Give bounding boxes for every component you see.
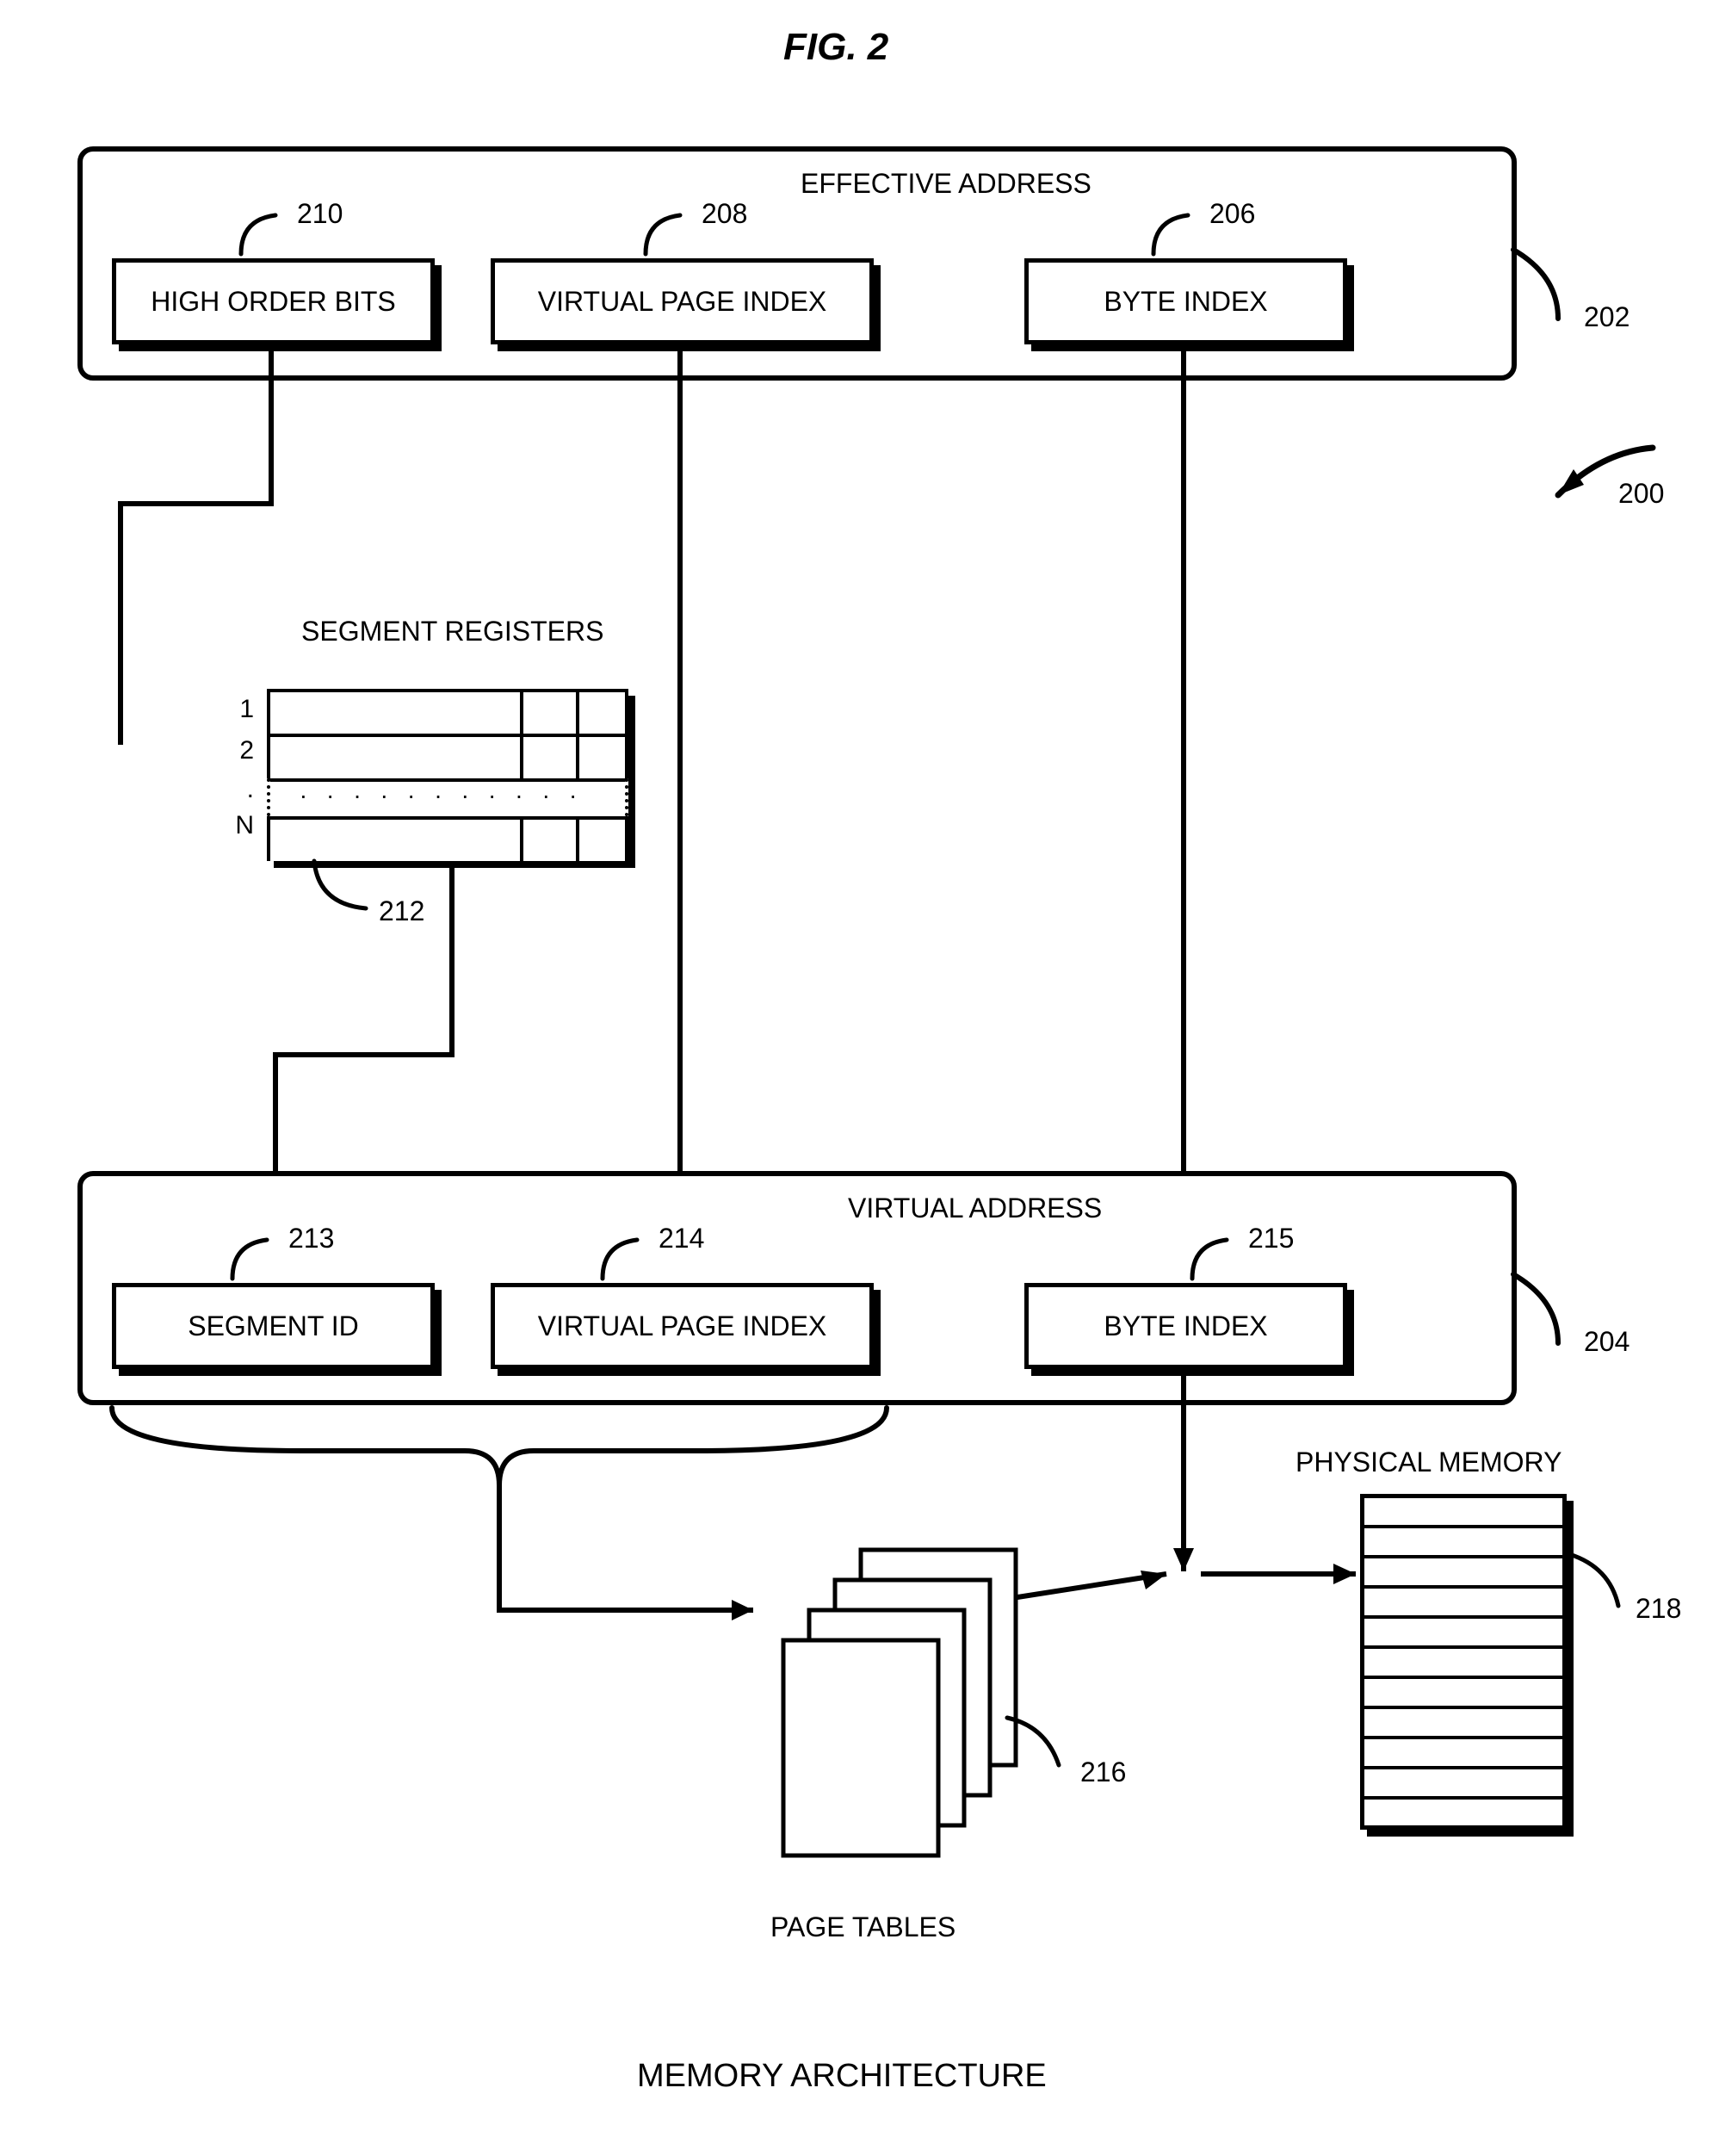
- segment-ellipsis-row: ···········: [267, 778, 628, 816]
- field-ea-vpi: VIRTUAL PAGE INDEX: [491, 258, 874, 344]
- connector-line-icon: [1175, 340, 1192, 1201]
- seg-row-label: 1: [215, 695, 254, 724]
- field-segment-id: SEGMENT ID: [112, 1283, 435, 1369]
- seg-row-label: .: [215, 775, 254, 804]
- ref-200: 200: [1618, 478, 1664, 510]
- figure-label: FIG. 2: [783, 26, 888, 69]
- ref-210: 210: [297, 198, 343, 230]
- connector-line-icon: [267, 857, 525, 1175]
- ref-216: 216: [1080, 1756, 1126, 1788]
- seg-row-label: N: [215, 811, 254, 840]
- ref-204: 204: [1584, 1326, 1630, 1358]
- connector-line-icon: [671, 340, 689, 1201]
- field-va-byte: BYTE INDEX: [1024, 1283, 1347, 1369]
- virtual-address-title: VIRTUAL ADDRESS: [848, 1193, 1102, 1224]
- ref-215: 215: [1248, 1223, 1294, 1255]
- page-tables-icon: [758, 1541, 1033, 1860]
- field-va-vpi: VIRTUAL PAGE INDEX: [491, 1283, 874, 1369]
- diagram-title: MEMORY ARCHITECTURE: [637, 2058, 1047, 2095]
- ref-208: 208: [702, 198, 747, 230]
- segment-registers-title: SEGMENT REGISTERS: [301, 616, 525, 647]
- ref-214: 214: [659, 1223, 704, 1255]
- diagram-root: FIG. 2 EFFECTIVE ADDRESS HIGH ORDER BITS…: [0, 0, 1713, 2156]
- field-ea-vpi-label: VIRTUAL PAGE INDEX: [538, 286, 827, 318]
- ref-213: 213: [288, 1223, 334, 1255]
- field-segment-id-label: SEGMENT ID: [188, 1310, 359, 1342]
- physical-memory-block: [1360, 1494, 1567, 1830]
- seg-row-label: 2: [215, 736, 254, 765]
- field-high-order-bits: HIGH ORDER BITS: [112, 258, 435, 344]
- page-tables-title: PAGE TABLES: [770, 1911, 955, 1943]
- effective-address-title: EFFECTIVE ADDRESS: [801, 168, 1091, 200]
- connector-arrow-icon: [986, 1369, 1416, 1627]
- field-ea-byte-label: BYTE INDEX: [1104, 286, 1267, 318]
- ref-206: 206: [1209, 198, 1255, 230]
- physical-memory-title: PHYSICAL MEMORY: [1296, 1447, 1561, 1478]
- field-va-vpi-label: VIRTUAL PAGE INDEX: [538, 1310, 827, 1342]
- segment-registers-table: ···········: [267, 689, 628, 861]
- ref-202: 202: [1584, 301, 1630, 333]
- field-high-order-bits-label: HIGH ORDER BITS: [151, 286, 395, 318]
- field-ea-byte: BYTE INDEX: [1024, 258, 1347, 344]
- field-va-byte-label: BYTE INDEX: [1104, 1310, 1267, 1342]
- ref-218: 218: [1636, 1593, 1681, 1625]
